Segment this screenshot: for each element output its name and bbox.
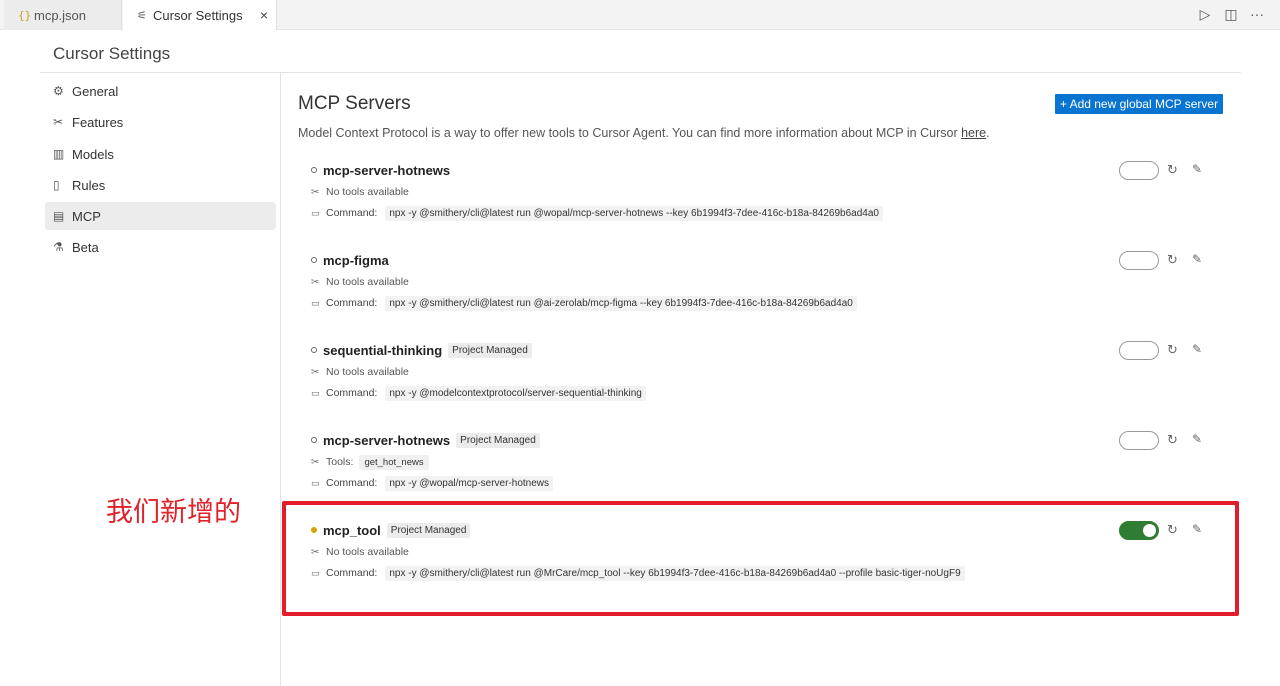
description-end: . [986, 126, 990, 140]
status-dot [311, 437, 317, 443]
annotation-highlight-box [282, 501, 1239, 616]
sidebar-divider [280, 73, 281, 686]
split-editor-icon[interactable]: ◫ [1224, 6, 1238, 23]
mcp-server-card: mcp-server-hotnews ✂ No tools available … [311, 160, 1231, 240]
server-enable-toggle[interactable] [1119, 161, 1159, 180]
book-icon: ▯ [53, 178, 60, 192]
command-value: npx -y @wopal/mcp-server-hotnews [385, 475, 554, 491]
server-icon: ▤ [53, 209, 65, 223]
command-value: npx -y @smithery/cli@latest run @ai-zero… [385, 295, 857, 311]
refresh-icon[interactable]: ↻ [1167, 432, 1178, 448]
command-value: npx -y @modelcontextprotocol/server-sequ… [385, 385, 646, 401]
refresh-icon[interactable]: ↻ [1167, 252, 1178, 268]
sidebar-item-label: Features [72, 114, 124, 130]
annotation-label: 我们新增的 [106, 497, 241, 528]
tools-label: No tools available [326, 276, 409, 288]
json-icon: {} [18, 8, 32, 22]
status-dot [311, 257, 317, 263]
settings-sliders-icon: ⚟ [137, 8, 147, 22]
project-managed-badge: Project Managed [456, 432, 540, 448]
add-global-mcp-server-button[interactable]: + Add new global MCP server [1055, 94, 1223, 114]
sidebar-item-label: Models [72, 146, 114, 162]
header-divider [40, 72, 1241, 73]
status-dot [311, 347, 317, 353]
sidebar-item-beta[interactable]: ⚗ Beta [45, 233, 276, 261]
sidebar-item-label: MCP [72, 208, 101, 224]
tool-chip[interactable]: get_hot_news [359, 454, 429, 470]
sidebar-item-mcp[interactable]: ▤ MCP [45, 202, 276, 230]
chart-icon: ▥ [53, 147, 65, 161]
server-name: sequential-thinking [323, 342, 443, 358]
tools-icon: ✂ [311, 366, 320, 378]
status-dot [311, 167, 317, 173]
sidebar-item-label: Beta [72, 239, 99, 255]
editor-actions: ▷ ◫ ··· [1198, 6, 1264, 23]
mcp-server-card: sequential-thinking Project Managed ✂ No… [311, 340, 1231, 420]
edit-icon[interactable]: ✎ [1192, 432, 1202, 446]
server-enable-toggle[interactable] [1119, 341, 1159, 360]
tools-icon: ✂ [311, 276, 320, 288]
sidebar-item-label: General [72, 83, 119, 99]
command-label: Command: [326, 207, 378, 219]
command-label: Command: [326, 477, 378, 489]
tools-label: Tools: [326, 456, 354, 468]
sidebar-item-label: Rules [72, 177, 106, 193]
sidebar-item-models[interactable]: ▥ Models [45, 140, 276, 168]
project-managed-badge: Project Managed [448, 342, 532, 358]
gear-icon: ⚙ [53, 84, 64, 98]
server-name: mcp-server-hotnews [323, 162, 451, 178]
edit-icon[interactable]: ✎ [1192, 342, 1202, 356]
tools-icon: ✂ [311, 456, 320, 468]
tools-icon: ✂ [53, 115, 64, 129]
section-title: MCP Servers [298, 93, 411, 114]
refresh-icon[interactable]: ↻ [1167, 162, 1178, 178]
mcp-server-card: mcp-server-hotnews Project Managed ✂ Too… [311, 430, 1231, 510]
tools-icon: ✂ [311, 186, 320, 198]
server-enable-toggle[interactable] [1119, 431, 1159, 450]
command-label: Command: [326, 387, 378, 399]
more-icon[interactable]: ··· [1250, 6, 1264, 23]
edit-icon[interactable]: ✎ [1192, 162, 1202, 176]
tab-mcp-json[interactable]: {} mcp.json [4, 0, 122, 30]
run-icon[interactable]: ▷ [1198, 6, 1212, 23]
close-icon[interactable]: × [260, 7, 268, 23]
refresh-icon[interactable]: ↻ [1167, 342, 1178, 358]
tab-cursor-settings[interactable]: ⚟ Cursor Settings × [123, 0, 277, 30]
description-text: Model Context Protocol is a way to offer… [298, 126, 962, 140]
tools-label: No tools available [326, 186, 409, 198]
terminal-icon: ▭ [311, 387, 320, 398]
mcp-server-card: mcp-figma ✂ No tools available ▭ Command… [311, 250, 1231, 330]
command-label: Command: [326, 297, 378, 309]
command-value: npx -y @smithery/cli@latest run @wopal/m… [385, 205, 883, 221]
flask-icon: ⚗ [53, 240, 64, 254]
tools-label: No tools available [326, 366, 409, 378]
editor-tab-bar: {} mcp.json ⚟ Cursor Settings × ▷ ◫ ··· [0, 0, 1280, 30]
server-name: mcp-figma [323, 252, 389, 268]
terminal-icon: ▭ [311, 477, 320, 488]
tab-label: Cursor Settings [153, 7, 243, 23]
tab-label: mcp.json [34, 7, 87, 23]
sidebar-item-rules[interactable]: ▯ Rules [45, 171, 276, 199]
server-enable-toggle[interactable] [1119, 251, 1159, 270]
server-name: mcp-server-hotnews [323, 432, 451, 448]
page-title: Cursor Settings [53, 44, 171, 63]
terminal-icon: ▭ [311, 297, 320, 308]
sidebar-item-general[interactable]: ⚙ General [45, 77, 276, 105]
here-link[interactable]: here [961, 126, 986, 140]
section-description: Model Context Protocol is a way to offer… [298, 126, 990, 140]
edit-icon[interactable]: ✎ [1192, 252, 1202, 266]
terminal-icon: ▭ [311, 207, 320, 218]
sidebar-item-features[interactable]: ✂ Features [45, 108, 276, 136]
